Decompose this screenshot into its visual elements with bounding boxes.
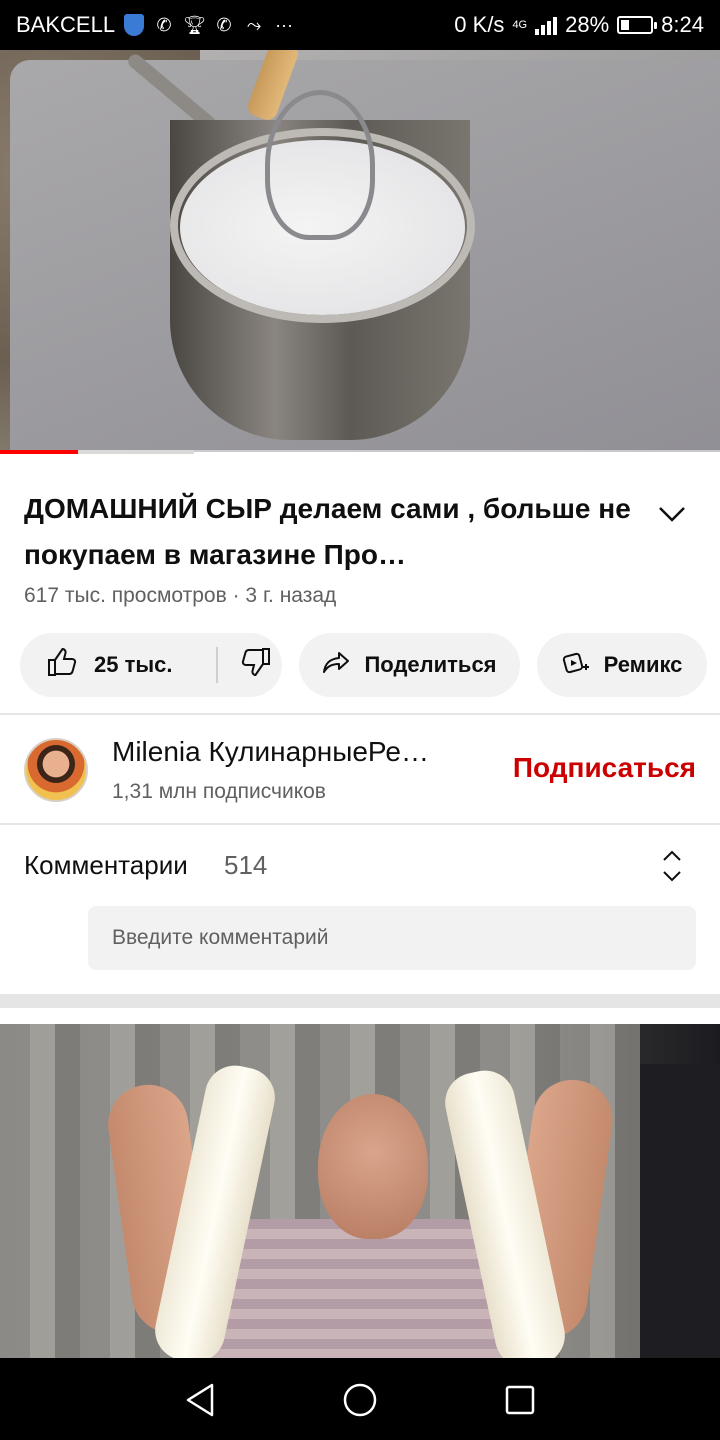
video-player[interactable] — [0, 50, 720, 452]
network-type-label: 4G — [512, 19, 528, 31]
divider — [0, 823, 720, 825]
network-speed: 0 K/s — [454, 12, 505, 37]
action-bar: 25 тыс. Поделиться Ремикс — [20, 633, 707, 697]
comments-section[interactable]: Комментарии 514 Введите комментарий — [0, 826, 720, 994]
comment-input[interactable]: Введите комментарий — [88, 906, 696, 970]
home-icon[interactable] — [338, 1378, 382, 1422]
navigation-bar — [0, 1358, 720, 1440]
remix-label: Ремикс — [603, 652, 683, 677]
recents-icon[interactable] — [498, 1378, 542, 1422]
video-title[interactable]: ДОМАШНИЙ СЫР делаем сами , больше не пок… — [24, 486, 634, 578]
status-bar: BAKCELL ✆ 🏆︎ ✆ ⤳ ··· 0 K/s 4G 28% 8:24 — [0, 0, 720, 50]
channel-row[interactable]: Milenia КулинарныеРе… 1,31 млн подписчик… — [0, 716, 720, 824]
like-dislike-chip: 25 тыс. — [20, 633, 282, 697]
divider — [0, 713, 720, 715]
share-label: Поделиться — [364, 652, 497, 677]
share-icon — [322, 650, 350, 680]
wifi-calling-icon: ✆ — [216, 15, 232, 35]
next-video-thumbnail[interactable] — [0, 1024, 720, 1358]
channel-avatar[interactable] — [24, 738, 88, 802]
channel-name[interactable]: Milenia КулинарныеРе… — [112, 736, 472, 768]
wifi-calling-icon: ✆ — [156, 15, 172, 35]
remix-button[interactable]: Ремикс — [537, 633, 707, 697]
thumbs-down-icon[interactable] — [240, 646, 272, 684]
back-icon[interactable] — [178, 1378, 222, 1422]
shield-icon — [123, 14, 145, 36]
video-meta: 617 тыс. просмотров · 3 г. назад — [24, 584, 337, 607]
share-button[interactable]: Поделиться — [299, 633, 520, 697]
comments-label: Комментарии — [24, 850, 188, 880]
subscriber-count: 1,31 млн подписчиков — [112, 780, 326, 803]
thumbs-up-icon — [46, 646, 78, 684]
expand-collapse-icon[interactable] — [656, 848, 688, 884]
fridge-image — [640, 1064, 720, 1358]
masher-image — [265, 90, 375, 240]
head-image — [318, 1094, 428, 1239]
comments-count: 514 — [224, 850, 268, 880]
section-separator — [0, 994, 720, 1008]
like-count: 25 тыс. — [94, 652, 173, 677]
subscribe-button[interactable]: Подписаться — [513, 752, 696, 784]
screen: BAKCELL ✆ 🏆︎ ✆ ⤳ ··· 0 K/s 4G 28% 8:24 Д… — [0, 0, 720, 1440]
battery-percent: 28% — [565, 12, 610, 37]
carrier-label: BAKCELL — [16, 12, 116, 37]
clock: 8:24 — [661, 12, 704, 37]
remix-icon — [562, 648, 590, 682]
video-info[interactable]: ДОМАШНИЙ СЫР делаем сами , больше не пок… — [0, 456, 720, 616]
chip-divider — [216, 647, 218, 683]
more-icon: ··· — [275, 15, 294, 35]
missed-call-icon: ⤳ — [246, 15, 262, 35]
trophy-icon: 🏆︎ — [183, 15, 206, 35]
chevron-down-icon[interactable] — [650, 492, 694, 536]
like-button[interactable]: 25 тыс. — [46, 646, 216, 684]
signal-icon — [535, 15, 558, 35]
progress-played[interactable] — [0, 450, 78, 454]
battery-icon — [617, 16, 658, 34]
